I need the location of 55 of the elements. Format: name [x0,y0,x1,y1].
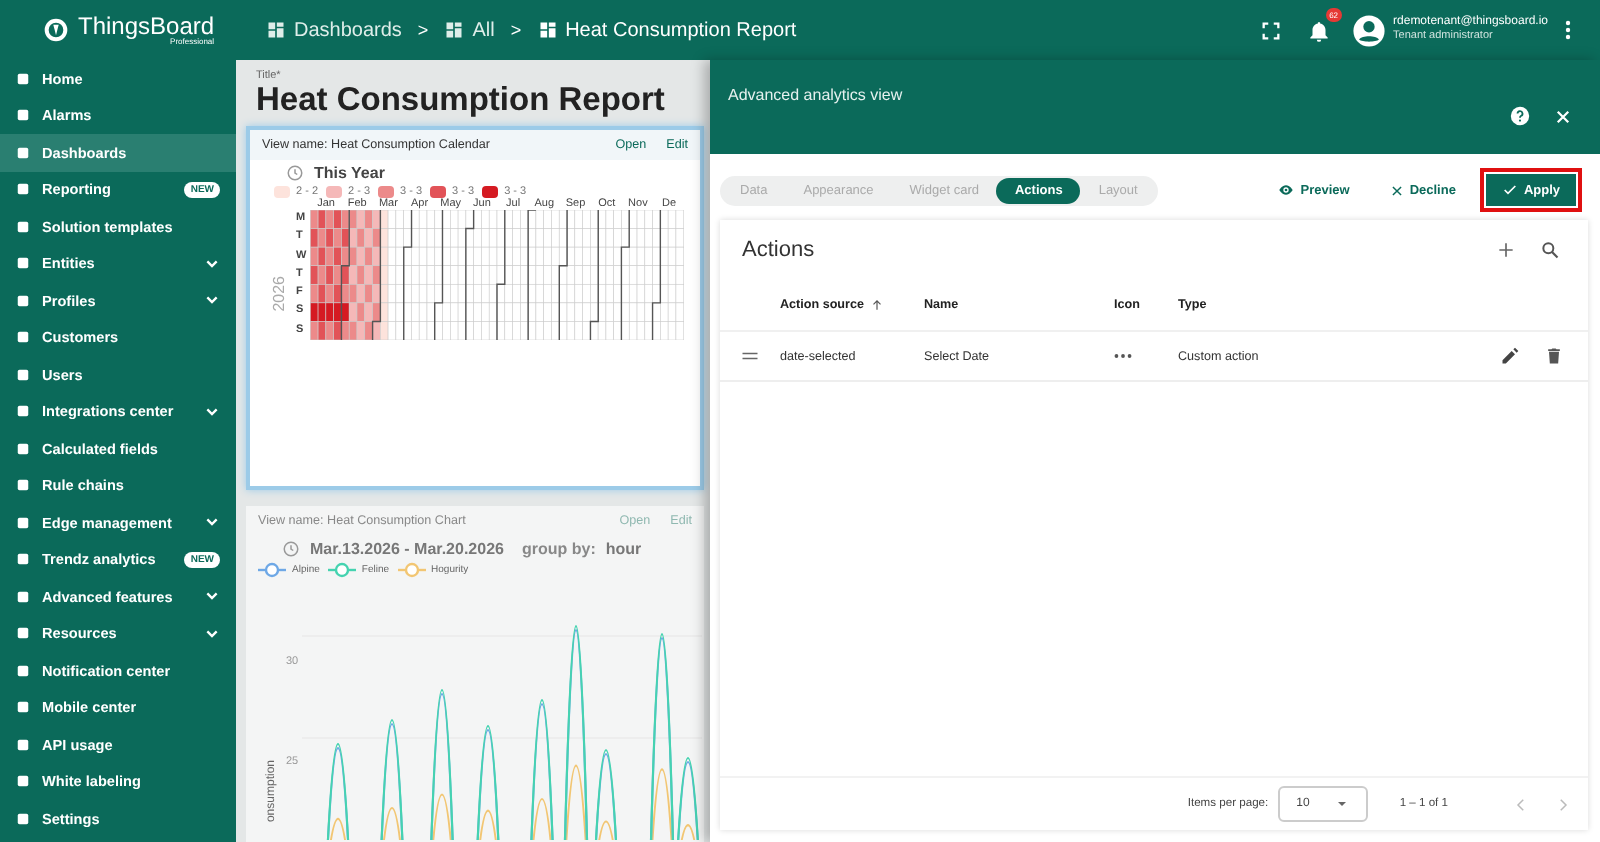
square-icon [16,256,30,271]
square-icon [16,737,30,752]
square-icon [16,774,30,789]
square-icon [16,367,30,382]
more-horizontal-icon [1114,352,1132,360]
breadcrumb-separator: > [510,20,522,40]
trash-icon[interactable] [1544,346,1564,366]
square-icon [16,182,30,197]
square-icon [16,71,30,86]
clock-icon [286,164,304,182]
help-icon[interactable] [1510,106,1530,126]
range-label: This Year [314,164,385,182]
group-by-label: group by: [521,540,596,558]
square-icon [16,293,30,308]
group-by-value: hour [605,540,642,558]
year-label: 2026 [270,276,288,312]
square-icon [16,515,30,530]
square-icon [16,663,30,678]
eye-icon [1278,182,1295,198]
square-icon [16,589,30,604]
date-range: Mar.13.2026 - Mar.20.2026 [310,540,504,558]
square-icon [16,108,30,123]
clock-icon [282,540,300,558]
fullscreen-icon[interactable] [1259,19,1282,41]
close-icon[interactable] [1554,107,1572,125]
check-icon [1501,182,1518,198]
more-vertical-icon[interactable] [1564,18,1572,42]
square-icon [16,441,30,456]
square-icon [16,219,30,234]
breadcrumb-separator: > [417,20,429,40]
logo-text: ThingsBoard [78,14,215,38]
pencil-icon[interactable] [1500,346,1520,366]
square-icon [16,811,30,826]
square-icon [16,700,30,715]
square-icon [16,330,30,345]
add-icon[interactable] [1496,240,1516,260]
dashboard-title: Heat Consumption Report [254,82,667,120]
breadcrumb-link[interactable]: Heat Consumption Report [537,19,797,41]
dashboard-icon [537,20,558,40]
search-icon[interactable] [1540,240,1560,260]
square-icon [16,626,30,641]
avatar-icon[interactable] [1351,13,1386,47]
breadcrumb-link[interactable]: All [444,19,495,41]
caret-down-icon [1333,796,1350,812]
dashboard-icon [444,20,465,40]
square-icon [16,478,30,493]
section-title: Actions [742,238,815,262]
square-icon [16,552,30,567]
bell-icon[interactable] [1305,17,1332,43]
breadcrumb-link[interactable]: Dashboards [266,19,402,41]
close-icon [1389,183,1404,197]
square-icon [16,404,30,419]
panel-title: Advanced analytics view [728,86,903,108]
square-icon [16,145,30,160]
dashboard-icon [266,20,286,40]
